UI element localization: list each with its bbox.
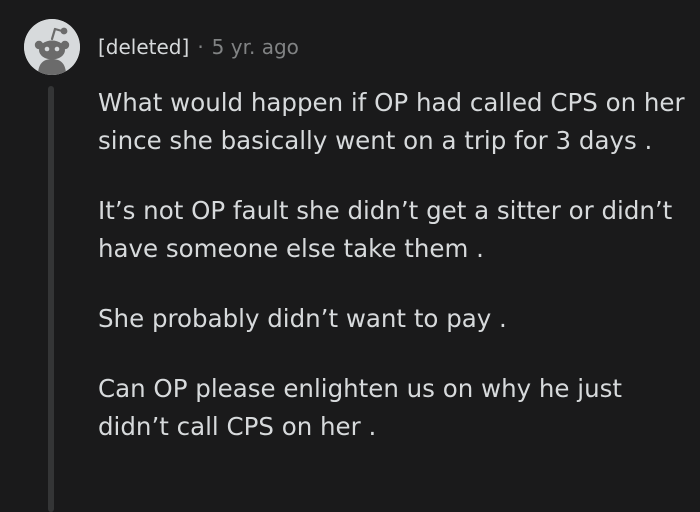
thread-collapse-line[interactable] [48, 86, 54, 512]
comment-body: What would happen if OP had called CPS o… [98, 84, 688, 446]
comment-meta: [deleted] · 5 yr. ago [98, 32, 299, 62]
reddit-snoo-icon [24, 19, 80, 75]
comment-timestamp[interactable]: 5 yr. ago [212, 35, 299, 59]
comment-paragraph: She probably didn’t want to pay . [98, 304, 507, 333]
comment-paragraph: It’s not OP fault she didn’t get a sitte… [98, 196, 673, 263]
comment-paragraph: Can OP please enlighten us on why he jus… [98, 374, 622, 441]
author-name[interactable]: [deleted] [98, 35, 189, 59]
comment: [deleted] · 5 yr. ago What would happen … [0, 0, 700, 512]
meta-separator: · [197, 35, 204, 59]
comment-paragraph: What would happen if OP had called CPS o… [98, 88, 685, 155]
avatar[interactable] [24, 19, 80, 75]
